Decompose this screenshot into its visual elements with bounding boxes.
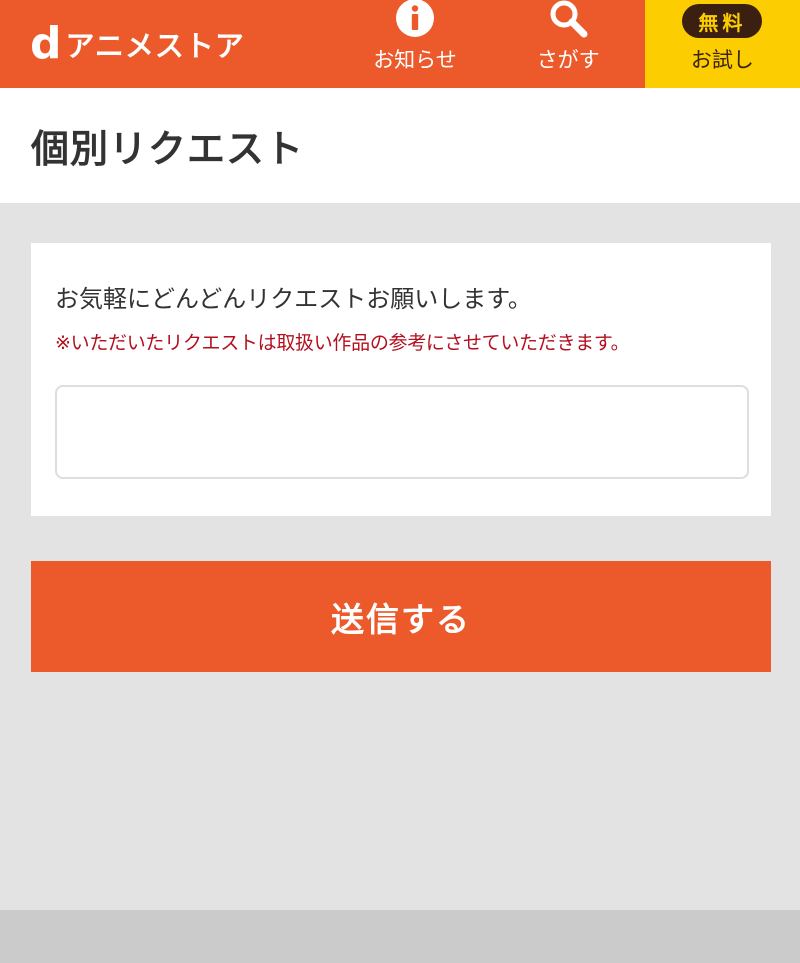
nav-trial-label: お試し	[690, 48, 754, 72]
d-anime-store-logo[interactable]: d アニメストア	[0, 0, 338, 88]
footer-strip	[0, 910, 800, 963]
nav-free-trial[interactable]: 無料 お試し	[644, 0, 800, 88]
request-input[interactable]	[55, 385, 749, 479]
app-header: d アニメストア お知らせ さがす 無料 お試し	[0, 0, 800, 88]
title-bar: 個別リクエスト	[0, 88, 800, 203]
free-badge: 無料	[682, 4, 763, 38]
logo-mark: d	[30, 18, 62, 69]
logo-text: アニメストア	[65, 29, 245, 63]
info-icon	[395, 0, 435, 38]
nav-search[interactable]: さがす	[492, 0, 645, 88]
note-text: ※いただいたリクエストは取扱い作品の参考にさせていただきます。	[55, 332, 630, 354]
submit-button[interactable]: 送信する	[31, 561, 771, 672]
search-icon	[548, 0, 588, 38]
lead-text: お気軽にどんどんリクエストお願いします。	[55, 285, 532, 313]
page-title: 個別リクエスト	[31, 127, 305, 171]
nav-news-label: お知らせ	[373, 48, 457, 72]
nav-news[interactable]: お知らせ	[338, 0, 491, 88]
nav-search-label: さがす	[536, 48, 600, 72]
request-form-card: お気軽にどんどんリクエストお願いします。 ※いただいたリクエストは取扱い作品の参…	[31, 243, 771, 516]
